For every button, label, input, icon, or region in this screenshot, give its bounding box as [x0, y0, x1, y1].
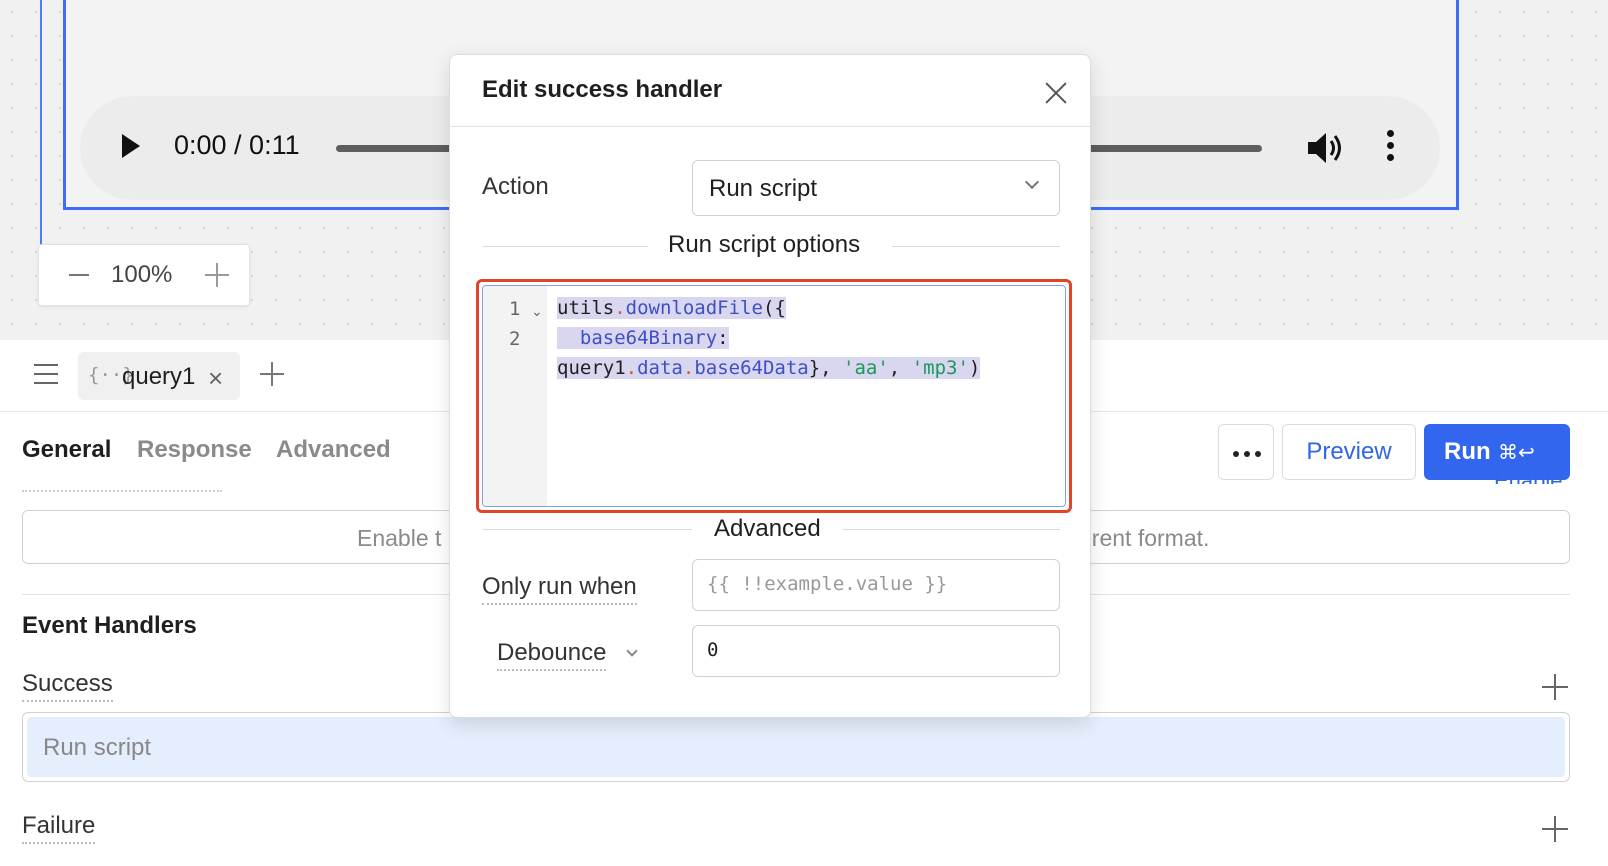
format-text-right: erent format.: [1079, 525, 1210, 551]
tab-label: query1: [122, 363, 196, 390]
zoom-control: 100%: [38, 244, 250, 306]
handler-row-selected: Run script: [27, 717, 1565, 777]
code-line-1: utils.downloadFile({: [557, 297, 786, 319]
script-code-editor[interactable]: 1 ⌄ 2 utils.downloadFile({ base64Binary:…: [482, 285, 1066, 507]
failure-label: Failure: [22, 812, 96, 844]
separator-line: [482, 246, 648, 247]
action-select[interactable]: Run script: [692, 160, 1060, 216]
run-script-options-header: Run script options: [668, 231, 861, 258]
advanced-header: Advanced: [714, 515, 821, 542]
tab-advanced[interactable]: Advanced: [276, 436, 391, 464]
debounce-label-text: Debounce: [497, 639, 607, 666]
separator-line: [482, 529, 692, 530]
minus-icon[interactable]: [69, 274, 89, 276]
canvas-selection-edge: [40, 0, 42, 250]
format-text-left: Enable t: [357, 525, 442, 551]
debounce-input[interactable]: 0: [692, 625, 1060, 677]
handler-row-label: Run script: [43, 734, 152, 761]
zoom-value: 100%: [111, 261, 173, 288]
code-line-2: base64Binary:: [557, 323, 729, 353]
more-options-button[interactable]: [1218, 424, 1274, 480]
play-icon[interactable]: [122, 134, 140, 158]
edit-success-handler-modal: Edit success handler Action Run script R…: [449, 54, 1091, 718]
modal-header: Edit success handler: [450, 55, 1090, 127]
debounce-label[interactable]: Debounce: [497, 639, 607, 671]
debounce-value: 0: [707, 639, 719, 661]
code-gutter: 1 ⌄ 2: [483, 286, 547, 506]
code-line-2-wrapped: query1.data.base64Data}, 'aa', 'mp3'): [557, 357, 981, 379]
close-icon[interactable]: ×: [208, 365, 223, 391]
chevron-down-icon[interactable]: [626, 645, 638, 657]
close-icon[interactable]: [1044, 81, 1068, 105]
enable-link[interactable]: Enable: [1494, 468, 1563, 484]
plus-icon[interactable]: [205, 263, 229, 287]
tab-general[interactable]: General: [22, 436, 111, 464]
fold-chevron-icon[interactable]: ⌄: [531, 304, 543, 320]
action-select-value: Run script: [709, 175, 818, 202]
more-vertical-icon[interactable]: [1385, 130, 1395, 166]
menu-icon[interactable]: [34, 364, 58, 384]
run-label: Run: [1444, 438, 1491, 465]
action-label: Action: [482, 173, 549, 200]
line-number: 2: [509, 328, 521, 350]
success-label: Success: [22, 670, 113, 702]
modal-title: Edit success handler: [482, 76, 723, 103]
separator-line: [842, 529, 1060, 530]
success-handler-row[interactable]: Run script: [22, 712, 1570, 782]
separator-line: [892, 246, 1060, 247]
dotted-divider: [22, 490, 222, 492]
event-handlers-title: Event Handlers: [22, 612, 197, 639]
add-query-icon[interactable]: [258, 360, 286, 388]
add-failure-handler-icon[interactable]: [1542, 816, 1568, 842]
chevron-down-icon: [1024, 174, 1040, 190]
add-success-handler-icon[interactable]: [1542, 674, 1568, 700]
only-run-when-label: Only run when: [482, 573, 637, 605]
tab-response[interactable]: Response: [137, 436, 252, 464]
preview-button[interactable]: Preview: [1282, 424, 1416, 480]
only-run-when-input[interactable]: {{ !!example.value }}: [692, 559, 1060, 611]
volume-icon[interactable]: [1306, 130, 1346, 166]
run-shortcut: ⌘↩: [1498, 440, 1535, 464]
audio-time: 0:00 / 0:11: [174, 130, 300, 160]
line-number: 1: [509, 298, 521, 320]
only-run-when-placeholder: {{ !!example.value }}: [707, 573, 948, 595]
tab-query1[interactable]: {··} query1 ×: [78, 352, 240, 400]
